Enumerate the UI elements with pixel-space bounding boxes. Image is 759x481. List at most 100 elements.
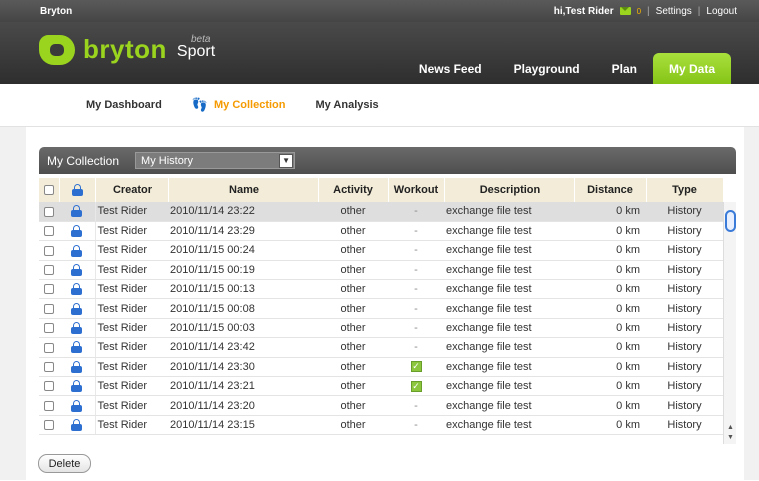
row-checkbox-cell[interactable] [39,202,59,222]
cell-activity: other [318,415,388,436]
nav-playground[interactable]: Playground [498,62,596,84]
header-creator[interactable]: Creator [94,178,169,202]
table-row[interactable]: Test Rider 2010/11/15 00:19 other - exchange… [39,260,723,281]
row-checkbox-cell[interactable] [39,260,59,281]
row-checkbox[interactable] [44,284,54,295]
table-row[interactable]: Test Rider 2010/11/15 00:03 other - exchange… [39,318,723,339]
row-checkbox-cell[interactable] [39,357,59,378]
table-row[interactable]: Test Rider 2010/11/15 00:08 other - exchange… [39,298,723,319]
cell-name[interactable]: 2010/11/14 23:20 [168,395,318,416]
chevron-down-icon[interactable]: ▼ [279,153,294,168]
tab-my-analysis[interactable]: My Analysis [316,99,379,111]
nav-news-feed[interactable]: News Feed [403,62,498,84]
cell-type: History [646,376,723,397]
table-scrollbar[interactable]: ▲ ▼ [723,202,736,444]
cell-activity: other [318,318,388,339]
header-distance[interactable]: Distance [574,178,647,202]
row-checkbox[interactable] [44,245,54,256]
row-checkbox[interactable] [44,361,54,372]
row-checkbox[interactable] [44,381,54,392]
table-row[interactable]: Test Rider 2010/11/14 23:22 other - exchange… [39,202,723,222]
tab-my-dashboard[interactable]: My Dashboard [86,99,162,111]
select-all-header[interactable] [39,178,60,202]
cell-name[interactable]: 2010/11/14 23:42 [168,337,318,358]
header-activity[interactable]: Activity [318,178,389,202]
row-checkbox-cell[interactable] [39,318,59,339]
cell-name[interactable]: 2010/11/15 00:03 [168,318,318,339]
row-checkbox-cell[interactable] [39,395,59,416]
cell-type: History [646,337,723,358]
scroll-up-arrow-icon[interactable]: ▲ [724,424,736,434]
workout-check-icon: ✓ [410,361,422,373]
row-checkbox[interactable] [44,342,54,353]
row-checkbox[interactable] [44,400,54,411]
scrollbar-thumb[interactable] [725,210,736,232]
table-row[interactable]: Test Rider 2010/11/14 23:29 other - exchange… [39,221,723,242]
cell-name[interactable]: 2010/11/15 00:08 [168,298,318,319]
cell-workout: - [388,415,444,436]
table-row[interactable]: Test Rider 2010/11/15 00:24 other - exchange… [39,240,723,261]
row-checkbox-cell[interactable] [39,221,59,242]
select-all-checkbox[interactable] [43,185,54,196]
header-workout[interactable]: Workout [388,178,445,202]
cell-workout: - [388,202,444,222]
cell-workout: - [388,260,444,281]
cell-type: History [646,221,723,242]
workout-value: - [414,302,418,315]
history-table: Creator Name Activity Workout Descriptio… [39,178,724,436]
row-checkbox[interactable] [44,206,54,217]
header-type[interactable]: Type [646,178,724,202]
row-checkbox[interactable] [44,264,54,275]
cell-description: exchange file test [444,415,574,436]
cell-workout: - [388,337,444,358]
table-row[interactable]: Test Rider 2010/11/14 23:30 other ✓ exchange… [39,357,723,378]
row-checkbox-cell[interactable] [39,337,59,358]
settings-link[interactable]: Settings [656,6,692,17]
cell-creator: Test Rider [94,221,168,242]
row-checkbox[interactable] [44,420,54,431]
tab-my-collection[interactable]: 👣 My Collection [192,97,286,113]
row-checkbox-cell[interactable] [39,279,59,300]
workout-value: - [414,341,418,354]
nav-plan[interactable]: Plan [596,62,653,84]
row-checkbox-cell[interactable] [39,415,59,436]
row-checkbox[interactable] [44,323,54,334]
collection-select[interactable]: My History ▼ [135,152,296,169]
row-checkbox[interactable] [44,303,54,314]
cell-creator: Test Rider [94,240,168,261]
logout-link[interactable]: Logout [706,6,737,17]
cell-name[interactable]: 2010/11/14 23:29 [168,221,318,242]
workout-value: - [414,244,418,257]
cell-name[interactable]: 2010/11/14 23:30 [168,357,318,378]
cell-name[interactable]: 2010/11/14 23:15 [168,415,318,436]
logo[interactable]: bryton Sport beta [39,34,215,65]
cell-distance: 0 km [574,318,646,339]
workout-value: - [414,418,418,431]
cell-name[interactable]: 2010/11/15 00:24 [168,240,318,261]
row-checkbox[interactable] [44,226,54,237]
cell-type: History [646,279,723,300]
row-checkbox-cell[interactable] [39,240,59,261]
table-row[interactable]: Test Rider 2010/11/14 23:42 other - exchange… [39,337,723,358]
table-row[interactable]: Test Rider 2010/11/14 23:20 other - exchange… [39,395,723,416]
header-description[interactable]: Description [444,178,575,202]
nav-my-data[interactable]: My Data [652,53,731,84]
workout-value: - [414,225,418,238]
table-row[interactable]: Test Rider 2010/11/15 00:13 other - exchange… [39,279,723,300]
row-checkbox-cell[interactable] [39,376,59,397]
cell-name[interactable]: 2010/11/15 00:19 [168,260,318,281]
cell-activity: other [318,240,388,261]
cell-name[interactable]: 2010/11/14 23:22 [168,202,318,222]
mail-icon[interactable] [619,7,631,15]
delete-button[interactable]: Delete [38,454,91,473]
table-row[interactable]: Test Rider 2010/11/14 23:15 other - exchange… [39,415,723,436]
cell-distance: 0 km [574,395,646,416]
cell-name[interactable]: 2010/11/15 00:13 [168,279,318,300]
table-row[interactable]: Test Rider 2010/11/14 23:21 other ✓ exchange… [39,376,723,397]
row-checkbox-cell[interactable] [39,298,59,319]
header-name[interactable]: Name [168,178,319,202]
cell-type: History [646,395,723,416]
cell-name[interactable]: 2010/11/14 23:21 [168,376,318,397]
scroll-down-arrow-icon[interactable]: ▼ [724,434,736,444]
cell-description: exchange file test [444,202,574,222]
